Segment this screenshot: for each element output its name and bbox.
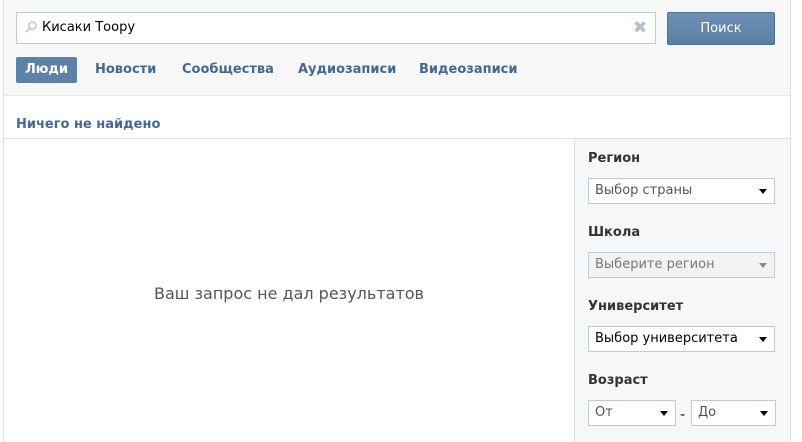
school-select-value: Выберите регион bbox=[595, 257, 715, 272]
age-to-select[interactable]: До bbox=[691, 400, 776, 426]
university-label: Университет bbox=[588, 299, 684, 314]
search-button[interactable]: Поиск bbox=[667, 12, 775, 45]
university-select[interactable]: Выбор университета bbox=[588, 326, 775, 352]
tab-people[interactable]: Люди bbox=[16, 57, 78, 83]
age-from-value: От bbox=[595, 405, 613, 420]
results-header: Ничего не найдено bbox=[4, 96, 790, 139]
filters-panel: Регион Выбор страны Школа Выберите регио… bbox=[574, 139, 790, 442]
tab-audio[interactable]: Аудиозаписи bbox=[289, 57, 405, 83]
dropdown-arrow-icon bbox=[660, 411, 668, 416]
dropdown-arrow-icon bbox=[759, 337, 767, 342]
results-title: Ничего не найдено bbox=[16, 117, 161, 132]
tab-news[interactable]: Новости bbox=[86, 57, 165, 83]
search-input[interactable]: Кисаки Тоору ✖ bbox=[16, 12, 656, 44]
dropdown-arrow-icon bbox=[760, 411, 768, 416]
tab-communities[interactable]: Сообщества bbox=[173, 57, 283, 83]
results-body: Ваш запрос не дал результатов bbox=[4, 139, 574, 442]
search-area: Кисаки Тоору ✖ Поиск Люди Новости Сообще… bbox=[4, 0, 790, 96]
school-label: Школа bbox=[588, 225, 641, 240]
country-select-value: Выбор страны bbox=[595, 183, 693, 198]
empty-results-message: Ваш запрос не дал результатов bbox=[154, 284, 424, 303]
age-to-value: До bbox=[698, 405, 717, 420]
search-query-text[interactable]: Кисаки Тоору bbox=[42, 20, 135, 35]
clear-icon[interactable]: ✖ bbox=[633, 19, 647, 37]
search-page: Кисаки Тоору ✖ Поиск Люди Новости Сообще… bbox=[3, 0, 791, 442]
search-icon bbox=[25, 21, 37, 33]
age-from-select[interactable]: От bbox=[588, 400, 676, 426]
country-select[interactable]: Выбор страны bbox=[588, 178, 775, 204]
dropdown-arrow-icon bbox=[759, 189, 767, 194]
school-select: Выберите регион bbox=[588, 252, 775, 278]
age-label: Возраст bbox=[588, 373, 648, 388]
age-separator: - bbox=[680, 407, 686, 423]
tab-video[interactable]: Видеозаписи bbox=[410, 57, 527, 83]
university-select-value: Выбор университета bbox=[595, 331, 738, 346]
region-label: Регион bbox=[588, 151, 641, 166]
dropdown-arrow-icon bbox=[759, 263, 767, 268]
